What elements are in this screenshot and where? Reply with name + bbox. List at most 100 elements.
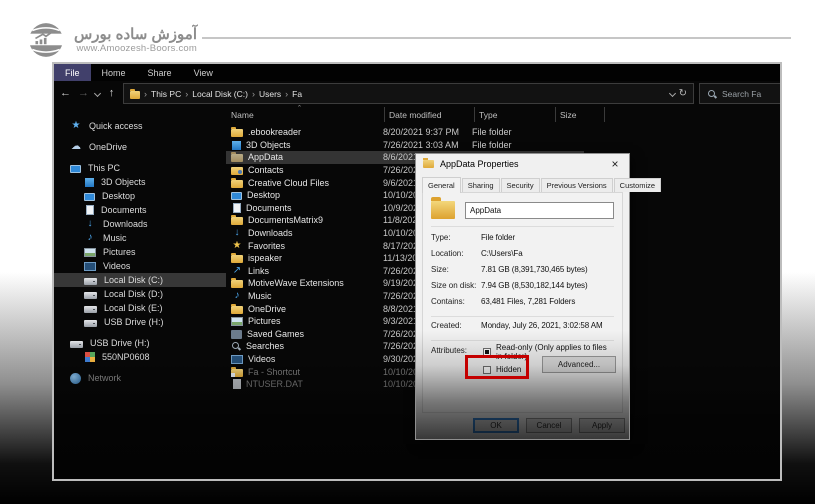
breadcrumb-item-fa[interactable]: Fa <box>292 89 302 99</box>
file-row-3d-objects[interactable]: 3D Objects7/26/2021 3:03 AMFile folder <box>226 139 584 152</box>
ribbon-tab-view[interactable]: View <box>183 64 224 81</box>
file-name-cell: Saved Games <box>226 329 379 339</box>
pictures-icon <box>231 317 243 326</box>
dialog-tab-general[interactable]: General <box>422 177 461 193</box>
folder-icon <box>231 255 243 263</box>
file-name: Links <box>248 266 269 276</box>
sidebar-item-network[interactable]: Network <box>54 371 226 385</box>
column-header-size[interactable]: Size <box>556 107 605 122</box>
breadcrumb-item-this-pc[interactable]: This PC <box>151 89 181 99</box>
sidebar-item-550np0608[interactable]: 550NP0608 <box>54 350 226 364</box>
close-icon[interactable]: × <box>608 157 622 171</box>
breadcrumb-item-local-disk-c[interactable]: Local Disk (C:) <box>192 89 248 99</box>
field-label: Size on disk: <box>431 281 481 290</box>
folder-icon <box>231 129 243 137</box>
onedrive-icon: ☁ <box>70 142 82 152</box>
file-name-cell: ♪Music <box>226 291 379 301</box>
sidebar-item-local-disk-c[interactable]: Local Disk (C:) <box>54 273 226 287</box>
dialog-field-created: Created:Monday, July 26, 2021, 3:02:58 A… <box>423 317 622 333</box>
sidebar-item-local-disk-d[interactable]: Local Disk (D:) <box>54 287 226 301</box>
dialog-tab-sharing[interactable]: Sharing <box>462 178 500 192</box>
sidebar-item-label: Videos <box>103 261 130 271</box>
field-value: 7.94 GB (8,530,182,144 bytes) <box>481 281 588 290</box>
dialog-title-bar[interactable]: AppData Properties × <box>416 154 629 174</box>
address-dropdown-chevron-icon[interactable] <box>669 90 676 97</box>
field-label: Location: <box>431 249 481 258</box>
sidebar-item-label: OneDrive <box>89 142 127 152</box>
sidebar-item-videos[interactable]: Videos <box>54 259 226 273</box>
sidebar-item-label: Documents <box>101 205 147 215</box>
column-header-date-modified[interactable]: Date modified <box>385 107 475 122</box>
sidebar-item-music[interactable]: ♪Music <box>54 231 226 245</box>
sort-ascending-icon: ˆ <box>298 104 301 114</box>
search-box[interactable]: Search Fa <box>699 83 780 104</box>
search-placeholder: Search Fa <box>722 89 761 99</box>
apply-button[interactable]: Apply <box>579 418 625 433</box>
dialog-tab-previous-versions[interactable]: Previous Versions <box>541 178 613 192</box>
sidebar-item-documents[interactable]: Documents <box>54 203 226 217</box>
sidebar-item-label: Local Disk (D:) <box>104 289 163 299</box>
column-header-row: NameˆDate modifiedTypeSize <box>226 106 780 123</box>
ok-button[interactable]: OK <box>473 418 519 433</box>
breadcrumb-item-users[interactable]: Users <box>259 89 281 99</box>
column-header-name[interactable]: Nameˆ <box>226 107 385 122</box>
sd-card-icon <box>85 352 90 357</box>
folder-name-input[interactable] <box>465 202 614 219</box>
file-name-cell: Searches <box>226 341 379 351</box>
sidebar-item-local-disk-e[interactable]: Local Disk (E:) <box>54 301 226 315</box>
file-name-cell: Fa - Shortcut <box>226 367 379 377</box>
sidebar-item-usb-drive-h[interactable]: USB Drive (H:) <box>54 315 226 329</box>
folder-icon <box>231 306 243 314</box>
address-bar[interactable]: ›This PC›Local Disk (C:)›Users›Fa ↻ <box>123 83 694 104</box>
hidden-checkbox-highlight <box>465 355 529 379</box>
recent-locations-chevron-icon[interactable] <box>94 90 101 97</box>
folder-name-row <box>423 193 622 219</box>
sidebar-item-downloads[interactable]: ↓Downloads <box>54 217 226 231</box>
contacts-icon <box>231 167 243 175</box>
dialog-tab-security[interactable]: Security <box>501 178 540 192</box>
drive-icon <box>84 306 97 313</box>
dialog-field-contains: Contains:63,481 Files, 7,281 Folders <box>423 293 622 309</box>
downloads-icon: ↓ <box>231 228 243 238</box>
file-name: 3D Objects <box>246 140 291 150</box>
breadcrumb-separator: › <box>185 89 188 99</box>
sidebar-item-label: Pictures <box>103 247 136 257</box>
refresh-icon[interactable]: ↻ <box>679 88 687 99</box>
page: آموزش ساده بورس www.Amoozesh-Boors.com F… <box>0 0 815 504</box>
shortcut-folder-icon <box>231 369 243 377</box>
ribbon-tab-home[interactable]: Home <box>91 64 137 81</box>
file-name-cell: ↓ Downloads <box>226 228 379 238</box>
site-url: www.Amoozesh-Boors.com <box>76 43 197 54</box>
file-name: Fa - Shortcut <box>248 367 300 377</box>
file-row-ebookreader[interactable]: .ebookreader8/20/2021 9:37 PMFile folder <box>226 126 584 139</box>
sidebar-item-pictures[interactable]: Pictures <box>54 245 226 259</box>
dialog-tab-customize[interactable]: Customize <box>614 178 661 192</box>
sidebar-item-label: Music <box>103 233 127 243</box>
back-arrow-icon[interactable]: ← <box>59 88 72 99</box>
ribbon-tab-file[interactable]: File <box>54 64 91 81</box>
cancel-button[interactable]: Cancel <box>526 418 572 433</box>
dialog-title: AppData Properties <box>440 159 602 169</box>
up-arrow-icon[interactable]: ↑ <box>105 88 118 99</box>
sidebar-item-onedrive[interactable]: ☁ OneDrive <box>54 140 226 154</box>
file-name: MotiveWave Extensions <box>248 278 344 288</box>
computer-icon <box>70 165 81 173</box>
file-name: Downloads <box>248 228 293 238</box>
sidebar-item-label: USB Drive (H:) <box>104 317 164 327</box>
column-header-type[interactable]: Type <box>475 107 556 122</box>
folder-icon <box>231 180 243 188</box>
ribbon-tab-share[interactable]: Share <box>137 64 183 81</box>
file-name-cell: Contacts <box>226 165 379 175</box>
field-value: File folder <box>481 233 515 242</box>
sidebar-item-desktop[interactable]: Desktop <box>54 189 226 203</box>
sidebar-item-this-pc[interactable]: This PC <box>54 161 226 175</box>
file-name: ispeaker <box>248 253 282 263</box>
sidebar-item-quick-access[interactable]: ★Quick access <box>54 119 226 133</box>
file-name: Searches <box>246 341 284 351</box>
file-name: Saved Games <box>247 329 304 339</box>
sidebar-item-3d-objects[interactable]: 3D Objects <box>54 175 226 189</box>
forward-arrow-icon[interactable]: → <box>77 88 90 99</box>
sidebar-item-usb-drive-h[interactable]: USB Drive (H:) <box>54 336 226 350</box>
saved-games-icon <box>231 330 242 339</box>
advanced-button[interactable]: Advanced... <box>542 356 616 373</box>
